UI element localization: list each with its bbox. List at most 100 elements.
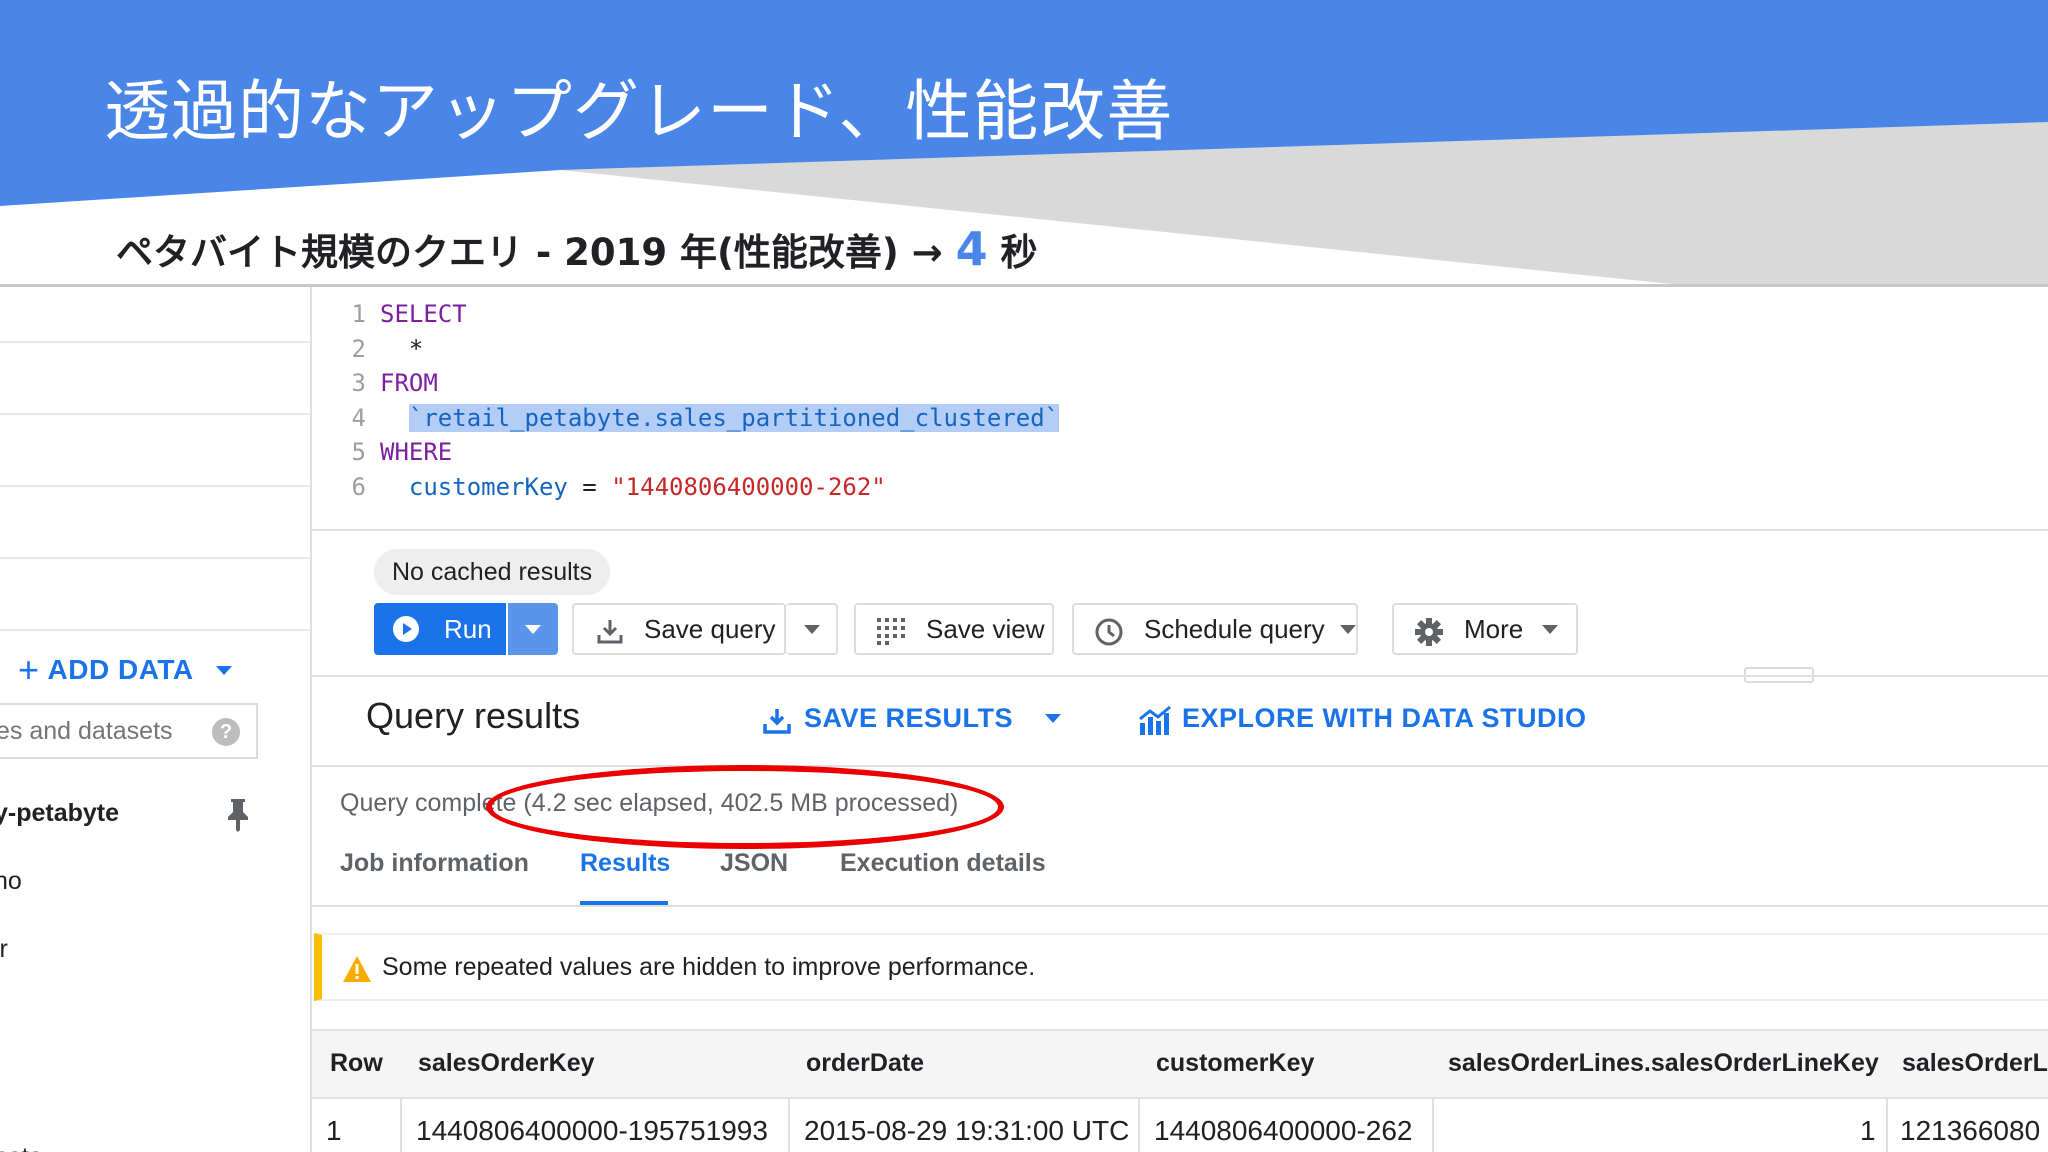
slide-header: 透過的なアップグレード、性能改善 ペタバイト規模のクエリ - 2019 年(性能…: [0, 0, 2048, 290]
column-divider: [788, 1099, 790, 1152]
code-token: WHERE: [380, 438, 453, 466]
help-icon[interactable]: ?: [212, 718, 240, 746]
left-panel: +ADD DATA es and datasets ? y-petabyte n…: [0, 287, 312, 1152]
divider: [312, 905, 2048, 907]
left-panel-row[interactable]: [0, 487, 310, 559]
more-button[interactable]: More: [1392, 603, 1578, 655]
divider: [312, 765, 2048, 767]
save-view-button[interactable]: Save view: [854, 603, 1054, 655]
chevron-down-icon: [1542, 625, 1558, 634]
results-table-header: Row salesOrderKey orderDate customerKey …: [312, 1029, 2048, 1099]
code-token: "1440806400000-262": [611, 472, 886, 501]
column-divider: [400, 1099, 402, 1152]
line-number: 2: [351, 334, 366, 363]
column-divider: [1432, 1099, 1434, 1152]
column-header[interactable]: orderDate: [806, 1049, 924, 1078]
divider: [312, 675, 2048, 677]
table-cell: 1440806400000-262: [1154, 1115, 1413, 1146]
warning-text: Some repeated values are hidden to impro…: [382, 953, 1036, 981]
column-divider: [1886, 1099, 1888, 1152]
chevron-down-icon[interactable]: [215, 666, 232, 675]
pin-icon[interactable]: [224, 797, 252, 833]
code-token: *: [380, 334, 424, 363]
sql-editor[interactable]: 1 SELECT 2 * 3 FROM 4 `retail_petabyte.sales_…: [312, 287, 2048, 531]
duration-unit: 秒: [1000, 231, 1038, 274]
line-number: 4: [351, 403, 366, 432]
tab-json[interactable]: JSON: [720, 849, 788, 878]
explore-data-studio-button[interactable]: EXPLORE WITH DATA STUDIO: [1138, 703, 1587, 735]
column-header[interactable]: Row: [330, 1049, 383, 1078]
run-options-dropdown[interactable]: [508, 603, 558, 655]
search-placeholder: es and datasets: [0, 717, 173, 745]
download-icon: [763, 709, 791, 734]
highlight-ellipse: [486, 765, 1004, 849]
code-token: FROM: [380, 369, 438, 397]
table-cell: 2015-08-29 19:31:00 UTC: [804, 1115, 1130, 1146]
column-divider: [1138, 1099, 1140, 1152]
tab-results[interactable]: Results: [580, 849, 670, 878]
schedule-query-button[interactable]: Schedule query: [1072, 603, 1358, 655]
gear-icon: [1415, 618, 1443, 646]
line-number: 5: [351, 438, 366, 466]
chevron-down-icon: [525, 625, 541, 634]
save-query-label: Save query: [644, 614, 776, 644]
chevron-down-icon: [804, 625, 820, 634]
save-query-dropdown[interactable]: [786, 603, 838, 655]
left-panel-row[interactable]: [0, 287, 310, 343]
bigquery-screenshot: +ADD DATA es and datasets ? y-petabyte n…: [0, 284, 2048, 1152]
project-name[interactable]: y-petabyte: [0, 799, 119, 828]
arrow-glyph: →: [911, 231, 943, 274]
left-panel-row[interactable]: [0, 559, 310, 631]
query-results-title: Query results: [366, 695, 581, 736]
dataset-search-input[interactable]: es and datasets ?: [0, 703, 258, 759]
grid-dots-icon: [877, 618, 905, 645]
code-line[interactable]: 4 `retail_petabyte.sales_partitioned_clu…: [312, 401, 1060, 435]
tab-job-information[interactable]: Job information: [340, 849, 529, 878]
code-line[interactable]: 1 SELECT: [312, 297, 467, 331]
chevron-down-icon[interactable]: [1045, 714, 1062, 723]
duration-value: 4: [955, 222, 988, 276]
table-cell: 1440806400000-195751993: [416, 1115, 768, 1146]
play-icon: [393, 616, 419, 642]
code-line[interactable]: 2 *: [312, 332, 424, 366]
column-header[interactable]: customerKey: [1156, 1049, 1314, 1078]
dataset-item[interactable]: bete: [0, 1143, 43, 1152]
save-query-button[interactable]: Save query: [572, 603, 786, 655]
analytics-icon: [1139, 705, 1171, 735]
plus-icon: +: [18, 649, 40, 690]
add-data-button[interactable]: + ADD DATA: [18, 649, 232, 691]
save-results-button[interactable]: SAVE RESULTS: [762, 703, 1062, 734]
schedule-query-label: Schedule query: [1144, 614, 1325, 644]
add-data-label: ADD DATA: [47, 654, 194, 685]
run-label: Run: [444, 614, 492, 644]
code-token: `retail_petabyte.sales_partitioned_clust…: [408, 403, 1060, 432]
column-header[interactable]: salesOrderLines.salesOrderLineKey: [1448, 1049, 1879, 1078]
download-icon: [597, 620, 623, 644]
column-header[interactable]: salesOrderLi: [1902, 1049, 2048, 1078]
code-line[interactable]: 6 customerKey = "1440806400000-262": [312, 470, 886, 504]
line-number: 3: [351, 369, 366, 397]
line-number: 1: [351, 300, 366, 328]
slide-subtitle: ペタバイト規模のクエリ - 2019 年(性能改善) → 4 秒: [116, 222, 1038, 276]
warning-banner: Some repeated values are hidden to impro…: [314, 933, 2048, 1001]
code-line[interactable]: 5 WHERE: [312, 435, 453, 469]
code-token: customerKey: [408, 472, 568, 501]
column-header[interactable]: salesOrderKey: [418, 1049, 595, 1078]
line-number: 6: [351, 472, 366, 501]
cache-status-chip: No cached results: [374, 549, 611, 595]
code-token: =: [567, 472, 612, 501]
tab-execution-details[interactable]: Execution details: [840, 849, 1046, 878]
code-line[interactable]: 3 FROM: [312, 366, 438, 400]
dataset-item[interactable]: ir: [0, 935, 8, 964]
left-panel-row[interactable]: [0, 343, 310, 415]
left-panel-row[interactable]: [0, 415, 310, 487]
slide-title: 透過的なアップグレード、性能改善: [104, 73, 1174, 150]
dataset-item[interactable]: no: [0, 867, 22, 896]
table-cell: 1: [326, 1115, 342, 1146]
warning-icon: [343, 956, 371, 982]
save-results-label: SAVE RESULTS: [804, 703, 1014, 733]
run-button[interactable]: Run: [374, 603, 506, 655]
chevron-down-icon: [1340, 625, 1356, 634]
